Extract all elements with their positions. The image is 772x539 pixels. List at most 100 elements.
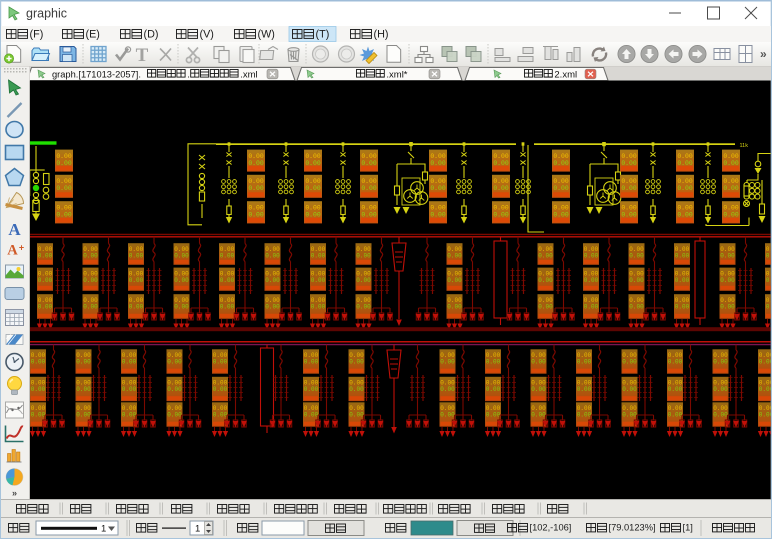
svg-text:0.00: 0.00 <box>759 412 772 419</box>
svg-text:[102,-106]: [102,-106] <box>530 523 572 533</box>
svg-text:0.00: 0.00 <box>56 178 72 185</box>
svg-text:0.00: 0.00 <box>723 211 739 218</box>
svg-text:0.00: 0.00 <box>304 386 319 393</box>
svg-text:0.00: 0.00 <box>220 277 235 284</box>
svg-text:(D): (D) <box>144 29 159 41</box>
svg-text:0.00: 0.00 <box>713 412 728 419</box>
svg-text:0.00: 0.00 <box>83 304 98 311</box>
svg-text:0.00: 0.00 <box>486 386 501 393</box>
svg-text:0.00: 0.00 <box>723 160 739 167</box>
svg-text:0.00: 0.00 <box>213 412 228 419</box>
svg-text:0.00: 0.00 <box>349 412 364 419</box>
svg-text:[1]: [1] <box>683 523 693 533</box>
svg-text:0.00: 0.00 <box>675 253 690 260</box>
svg-text:0.00: 0.00 <box>713 386 728 393</box>
svg-text:0.00: 0.00 <box>265 277 280 284</box>
svg-text:0.00: 0.00 <box>56 160 72 167</box>
svg-text:0.00: 0.00 <box>723 153 739 160</box>
svg-text:1: 1 <box>101 524 106 535</box>
svg-text:0.00: 0.00 <box>430 178 446 185</box>
svg-text:0.00: 0.00 <box>305 153 321 160</box>
svg-text:(T): (T) <box>316 29 330 41</box>
svg-text:0.00: 0.00 <box>629 277 644 284</box>
svg-text:0.00: 0.00 <box>447 304 462 311</box>
svg-text:0.00: 0.00 <box>248 204 264 211</box>
svg-text:0.00: 0.00 <box>38 253 53 260</box>
svg-text:0.00: 0.00 <box>531 359 546 366</box>
svg-text:0.00: 0.00 <box>584 253 599 260</box>
svg-text:0.00: 0.00 <box>430 185 446 192</box>
svg-text:0.00: 0.00 <box>553 211 569 218</box>
svg-text:0.00: 0.00 <box>167 412 182 419</box>
svg-text:0.00: 0.00 <box>677 211 693 218</box>
svg-text:0.00: 0.00 <box>723 185 739 192</box>
svg-text:0.00: 0.00 <box>38 277 53 284</box>
svg-text:0.00: 0.00 <box>430 211 446 218</box>
svg-text:0.00: 0.00 <box>83 253 98 260</box>
svg-text:0.00: 0.00 <box>621 185 637 192</box>
svg-text:0.00: 0.00 <box>622 359 637 366</box>
svg-text:0.00: 0.00 <box>129 304 144 311</box>
svg-text:0.00: 0.00 <box>311 304 326 311</box>
svg-text:0.00: 0.00 <box>677 204 693 211</box>
svg-text:0.00: 0.00 <box>668 412 683 419</box>
svg-text:0.00: 0.00 <box>440 386 455 393</box>
svg-text:0.00: 0.00 <box>361 211 377 218</box>
svg-text:[79.0123%]: [79.0123%] <box>609 523 656 533</box>
svg-text:0.00: 0.00 <box>629 304 644 311</box>
svg-text:0.00: 0.00 <box>349 359 364 366</box>
svg-text:1: 1 <box>195 524 200 535</box>
svg-text:0.00: 0.00 <box>723 178 739 185</box>
svg-text:0.00: 0.00 <box>349 386 364 393</box>
svg-text:0.00: 0.00 <box>31 412 46 419</box>
svg-text:0.00: 0.00 <box>56 204 72 211</box>
svg-text:11k: 11k <box>740 143 749 149</box>
svg-text:(E): (E) <box>86 29 100 41</box>
svg-text:(H): (H) <box>374 29 389 41</box>
svg-text:0.00: 0.00 <box>305 160 321 167</box>
svg-text:0.00: 0.00 <box>248 178 264 185</box>
svg-text:0.00: 0.00 <box>265 253 280 260</box>
svg-text:0.00: 0.00 <box>305 185 321 192</box>
svg-text:0.00: 0.00 <box>248 185 264 192</box>
svg-text:T: T <box>136 45 149 66</box>
svg-text:0.00: 0.00 <box>31 359 46 366</box>
svg-text:0.00: 0.00 <box>248 153 264 160</box>
svg-text:0.00: 0.00 <box>129 253 144 260</box>
svg-text:0.00: 0.00 <box>759 386 772 393</box>
svg-text:0.00: 0.00 <box>56 153 72 160</box>
svg-text:0.00: 0.00 <box>265 304 280 311</box>
svg-text:0.00: 0.00 <box>311 277 326 284</box>
svg-text:0.00: 0.00 <box>248 160 264 167</box>
svg-text:0.00: 0.00 <box>553 204 569 211</box>
svg-text:0.00: 0.00 <box>56 211 72 218</box>
svg-text:0.00: 0.00 <box>486 359 501 366</box>
svg-text:0.00: 0.00 <box>553 185 569 192</box>
svg-text:0.00: 0.00 <box>76 359 91 366</box>
svg-text:0.00: 0.00 <box>167 359 182 366</box>
svg-text:0.00: 0.00 <box>361 185 377 192</box>
svg-text:0.00: 0.00 <box>622 386 637 393</box>
svg-text:0.00: 0.00 <box>248 211 264 218</box>
svg-text:0.00: 0.00 <box>304 359 319 366</box>
svg-text:0.00: 0.00 <box>361 160 377 167</box>
svg-text:0.00: 0.00 <box>553 153 569 160</box>
svg-text:0.00: 0.00 <box>361 204 377 211</box>
svg-text:»: » <box>760 47 767 61</box>
svg-text:0.00: 0.00 <box>356 304 371 311</box>
svg-text:0.00: 0.00 <box>83 277 98 284</box>
svg-text:0.00: 0.00 <box>486 412 501 419</box>
svg-text:0.00: 0.00 <box>577 386 592 393</box>
svg-text:0.00: 0.00 <box>668 386 683 393</box>
svg-text:0.00: 0.00 <box>447 253 462 260</box>
svg-text:0.00: 0.00 <box>304 412 319 419</box>
svg-text:0.00: 0.00 <box>493 178 509 185</box>
svg-text:(W): (W) <box>258 29 275 41</box>
svg-text:0.00: 0.00 <box>129 277 144 284</box>
svg-text:0.00: 0.00 <box>531 412 546 419</box>
svg-text:0.00: 0.00 <box>122 412 137 419</box>
svg-text:0.00: 0.00 <box>356 253 371 260</box>
svg-text:0.00: 0.00 <box>56 185 72 192</box>
svg-text:0.00: 0.00 <box>311 253 326 260</box>
svg-text:.xml: .xml <box>240 70 257 81</box>
